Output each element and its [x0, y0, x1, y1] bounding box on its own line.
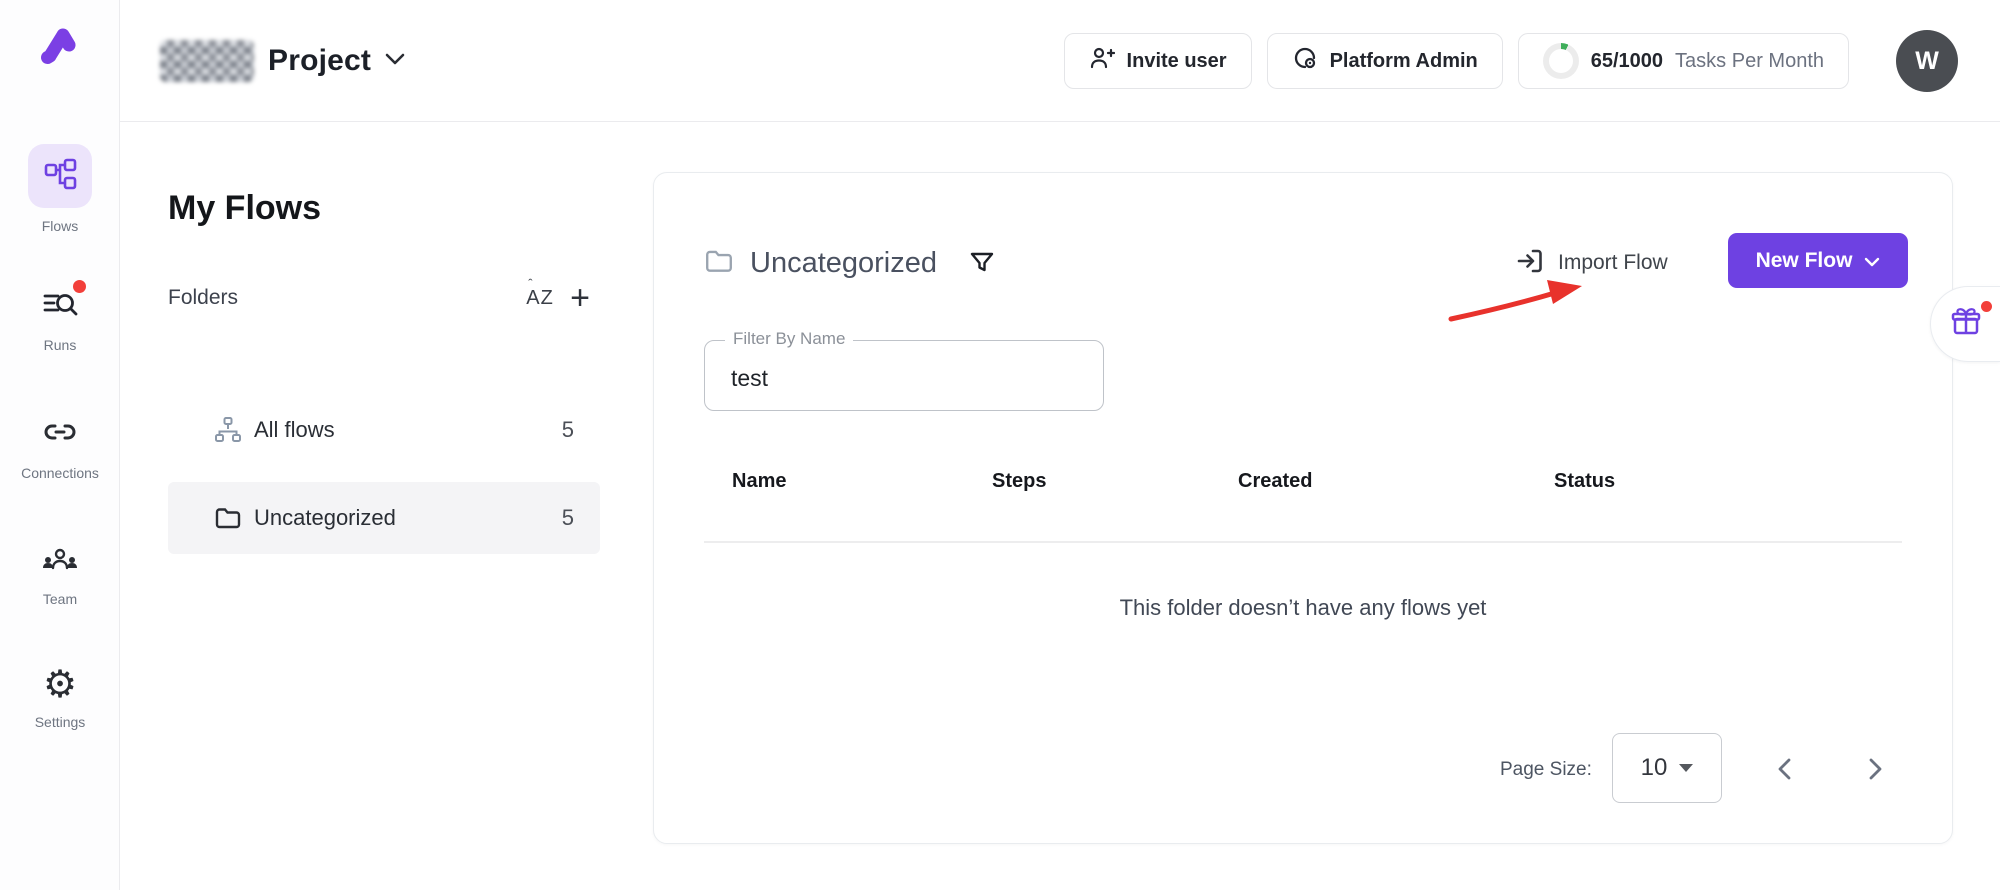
redacted-project-name [160, 40, 254, 82]
folder-icon [704, 246, 734, 281]
folder-name: Uncategorized [254, 505, 396, 531]
notification-dot [1981, 301, 1992, 312]
folders-header: Folders AˆZ + [168, 278, 600, 318]
runs-search-icon [42, 286, 78, 327]
folder-count: 5 [562, 505, 574, 531]
chevron-down-icon [1864, 249, 1880, 273]
active-pill [28, 144, 92, 208]
panel-folder-title: Uncategorized [750, 247, 937, 280]
flows-panel: Uncategorized Import Flow New Flow [653, 172, 1953, 844]
table-divider [704, 541, 1902, 543]
invite-user-button[interactable]: Invite user [1064, 33, 1252, 89]
gift-rewards-button[interactable] [1930, 286, 2000, 362]
panel-header: Uncategorized [704, 235, 995, 291]
activepieces-logo-icon[interactable] [36, 22, 84, 70]
filter-by-name-input[interactable] [705, 341, 1103, 410]
gear-icon: ⚙ [43, 664, 77, 706]
page-size-label: Page Size: [1500, 759, 1592, 781]
tasks-usage-badge[interactable]: 65/1000 Tasks Per Month [1518, 33, 1849, 89]
folder-icon [214, 504, 244, 532]
empty-state-message: This folder doesn’t have any flows yet [654, 595, 1952, 621]
app-window: Flows Runs [0, 0, 2000, 890]
plus-icon: + [570, 281, 590, 315]
sidebar-item-team[interactable]: Team [0, 542, 120, 607]
column-header-name: Name [732, 470, 786, 493]
previous-page-button[interactable] [1770, 755, 1798, 783]
page-size-value: 10 [1641, 754, 1668, 782]
column-header-status: Status [1554, 470, 1615, 493]
globe-cog-icon [1292, 45, 1318, 77]
gift-icon [1950, 306, 1982, 343]
sidebar-item-settings[interactable]: ⚙ Settings [0, 666, 120, 730]
tasks-label: Tasks Per Month [1675, 50, 1824, 73]
column-header-steps: Steps [992, 470, 1046, 493]
link-icon [42, 437, 78, 454]
notification-dot [73, 280, 86, 293]
all-flows-icon [214, 416, 244, 444]
new-flow-label: New Flow [1756, 249, 1853, 273]
filter-by-name-field: Filter By Name [704, 340, 1104, 411]
platform-admin-button[interactable]: Platform Admin [1267, 33, 1503, 89]
top-bar: Project Invite user [120, 0, 2000, 122]
add-folder-button[interactable]: + [560, 278, 600, 318]
folder-name: All flows [254, 417, 335, 443]
tasks-fraction: 65/1000 [1591, 50, 1663, 73]
sidebar: Flows Runs [0, 0, 120, 890]
import-icon [1516, 247, 1544, 280]
caret-down-icon [1679, 764, 1693, 772]
sidebar-item-label: Flows [0, 218, 120, 234]
folders-label: Folders [168, 286, 238, 310]
sort-alpha-icon[interactable]: AˆZ [520, 278, 560, 318]
workflow-icon [43, 157, 77, 196]
user-avatar[interactable]: W [1896, 30, 1958, 92]
folder-item-uncategorized[interactable]: Uncategorized 5 [168, 482, 600, 554]
invite-user-label: Invite user [1127, 50, 1227, 73]
project-switcher[interactable]: Project [160, 40, 405, 82]
project-label: Project [268, 44, 371, 78]
team-icon [41, 563, 79, 580]
topbar-actions: Invite user Platform Admin 65/1000 Tasks… [1064, 0, 1958, 122]
platform-admin-label: Platform Admin [1330, 50, 1478, 73]
sidebar-item-label: Settings [0, 714, 120, 730]
import-flow-label: Import Flow [1558, 251, 1668, 275]
import-flow-button[interactable]: Import Flow [1516, 235, 1668, 291]
new-flow-button[interactable]: New Flow [1728, 233, 1908, 288]
sidebar-item-label: Team [0, 591, 120, 607]
folder-item-all-flows[interactable]: All flows 5 [168, 394, 600, 466]
page-size-select[interactable]: 10 [1612, 733, 1722, 803]
flows-table-header: Name Steps Created Status [654, 470, 1952, 510]
next-page-button[interactable] [1862, 755, 1890, 783]
sidebar-item-label: Runs [0, 337, 120, 353]
sidebar-item-connections[interactable]: Connections [0, 414, 120, 481]
sidebar-item-label: Connections [0, 465, 120, 481]
funnel-icon[interactable] [969, 250, 995, 276]
page-title: My Flows [168, 189, 321, 228]
column-header-created: Created [1238, 470, 1312, 493]
pagination: Page Size: 10 [654, 733, 1952, 805]
tasks-progress-ring [1543, 43, 1579, 79]
chevron-down-icon [385, 52, 405, 70]
user-plus-icon [1089, 45, 1115, 77]
folder-count: 5 [562, 417, 574, 443]
sidebar-item-flows[interactable]: Flows [0, 144, 120, 234]
avatar-initial: W [1915, 47, 1939, 76]
sidebar-item-runs[interactable]: Runs [0, 286, 120, 353]
